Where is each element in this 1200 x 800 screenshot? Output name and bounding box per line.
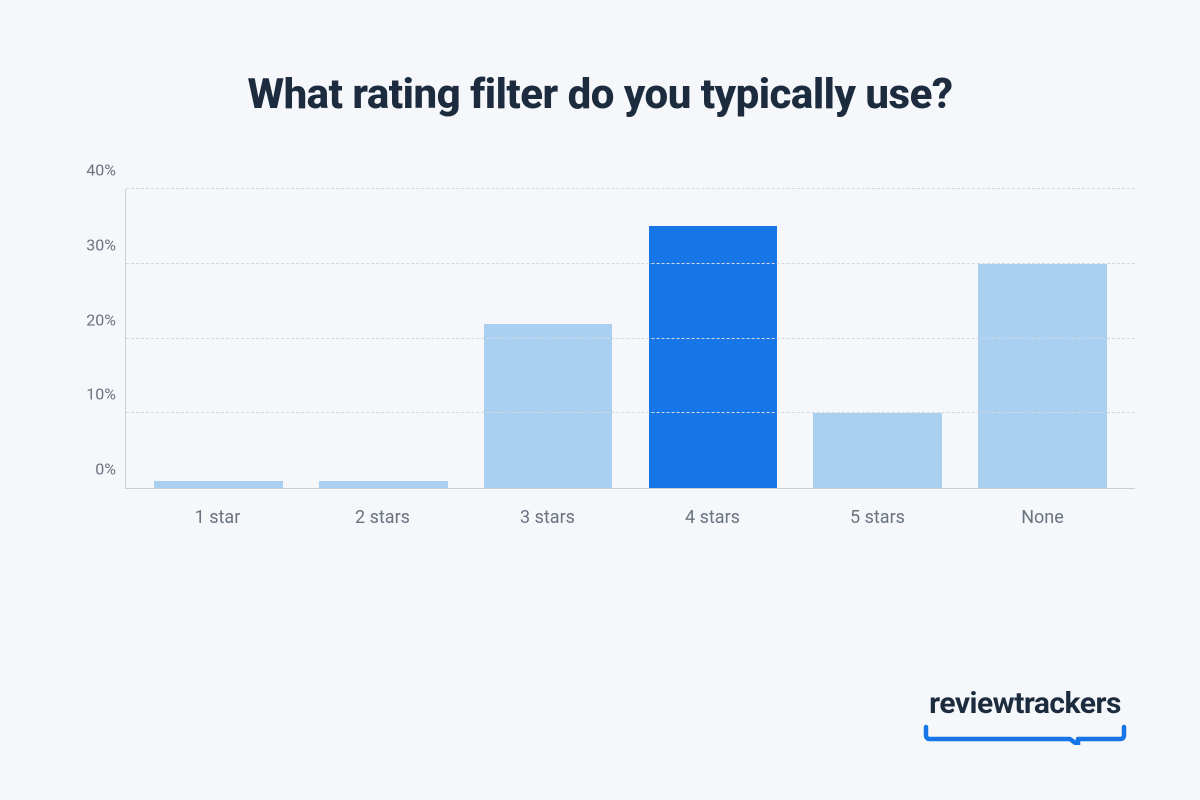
x-tick-label: None xyxy=(960,507,1125,528)
brand-name: reviewtrackers xyxy=(929,686,1121,721)
y-tick-label: 10% xyxy=(66,385,116,404)
bar-slot xyxy=(136,189,301,488)
bar xyxy=(649,226,778,488)
bar xyxy=(978,264,1107,488)
bar xyxy=(154,481,283,488)
grid-line xyxy=(126,412,1135,413)
chart-title: What rating filter do you typically use? xyxy=(40,70,1160,119)
x-tick-label: 2 stars xyxy=(300,507,465,528)
x-tick-label: 1 star xyxy=(135,507,300,528)
x-axis-labels: 1 star2 stars3 stars4 stars5 starsNone xyxy=(125,489,1135,528)
grid-line xyxy=(126,263,1135,264)
bar xyxy=(484,324,613,488)
x-tick-label: 5 stars xyxy=(795,507,960,528)
x-tick-label: 4 stars xyxy=(630,507,795,528)
bar-slot xyxy=(960,189,1125,488)
bar xyxy=(813,413,942,488)
y-tick-label: 30% xyxy=(66,235,116,254)
bar-slot xyxy=(630,189,795,488)
bar-slot xyxy=(466,189,631,488)
bar xyxy=(319,481,448,488)
grid-line xyxy=(126,188,1135,189)
bars-group xyxy=(126,189,1135,488)
chart-area: 0%10%20%30%40% 1 star2 stars3 stars4 sta… xyxy=(65,189,1135,528)
y-tick-label: 0% xyxy=(66,460,116,479)
plot-area: 0%10%20%30%40% xyxy=(125,189,1135,489)
bar-slot xyxy=(795,189,960,488)
chart-container: What rating filter do you typically use?… xyxy=(0,0,1200,800)
x-tick-label: 3 stars xyxy=(465,507,630,528)
grid-line xyxy=(126,338,1135,339)
y-tick-label: 40% xyxy=(66,161,116,180)
y-tick-label: 20% xyxy=(66,310,116,329)
brand-swoosh-icon xyxy=(920,723,1130,745)
bar-slot xyxy=(301,189,466,488)
brand-logo: reviewtrackers xyxy=(920,686,1130,745)
